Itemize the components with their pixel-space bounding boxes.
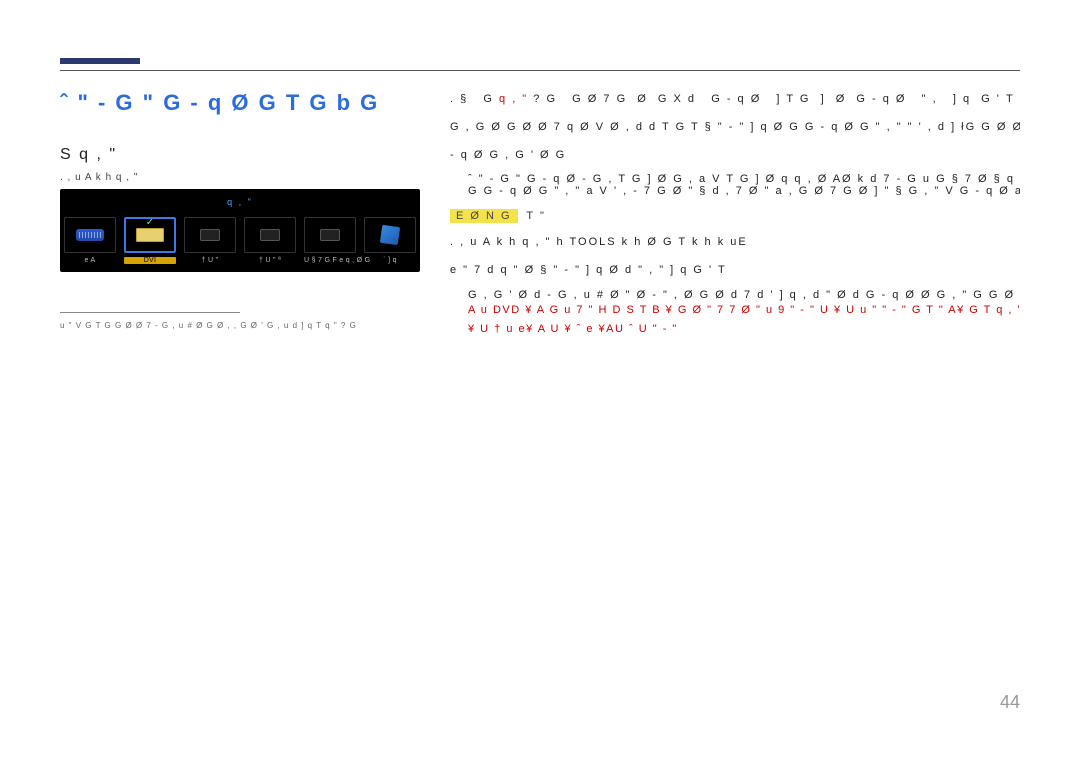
source-label: e A — [64, 257, 116, 264]
warning-text: ¥ U † u e¥ A U ¥ ˆ e ¥AU ˆ U " - " — [450, 320, 1020, 339]
source-label: † U " ª — [244, 257, 296, 264]
source-labels-row: e A DVI † U " † U " ª U § 7 G F e q , Ø … — [60, 255, 420, 272]
source-label: ` ] q — [364, 257, 416, 264]
cube-icon — [380, 225, 400, 245]
source-label: DVI — [124, 257, 176, 264]
highlight-rest: T " — [522, 210, 546, 222]
body-indent: ˆ " - G " G - q Ø - G , T G ] Ø G , a V … — [450, 173, 1020, 185]
source-item-displayport[interactable] — [304, 217, 356, 253]
page-title: ˆ " - G " G - q Ø G T G b G — [60, 90, 420, 116]
source-panel: q , " ✓ — [60, 189, 420, 272]
footnote-divider — [60, 312, 240, 313]
displayport-icon — [320, 229, 340, 241]
header-accent-bar — [60, 58, 140, 64]
warning-text: A u DVD ¥ A G u 7 " H D S T B ¥ G Ø " 7 … — [450, 301, 1020, 320]
source-icons-row: ✓ — [60, 211, 420, 255]
source-item-magicinfo[interactable] — [364, 217, 416, 253]
hdmi-icon — [200, 229, 220, 241]
body-paragraph: G , G Ø G Ø Ø 7 q Ø V Ø , d d T G T § " … — [450, 118, 1020, 138]
source-item-hdmi2[interactable] — [244, 217, 296, 253]
vga-icon — [76, 229, 104, 241]
source-label: † U " — [184, 257, 236, 264]
section-heading: S q , " — [60, 146, 420, 164]
red-inline: q , " — [499, 93, 528, 105]
body-indent: G , G ' Ø d - G , u # Ø " Ø - " , Ø G Ø … — [450, 289, 1020, 301]
left-column: ˆ " - G " G - q Ø G T G b G S q , " . , … — [60, 90, 420, 338]
body-paragraph: . § G q , " ? G G Ø 7 G Ø G X d G - q Ø … — [450, 90, 1020, 110]
source-item-dvi[interactable]: ✓ — [124, 217, 176, 253]
source-list-caption: . , u A k h q , " — [60, 172, 420, 183]
main-content: ˆ " - G " G - q Ø G T G b G S q , " . , … — [60, 90, 1020, 338]
body-paragraph: - q Ø G , G ' Ø G — [450, 146, 1020, 166]
header-divider — [60, 70, 1020, 71]
page-number: 44 — [1000, 692, 1020, 713]
source-panel-title: q , " — [60, 189, 420, 211]
body-paragraph: e " 7 d q " Ø § " - " ] q Ø d " , " ] q … — [450, 261, 1020, 281]
highlight-label: E Ø N G — [450, 209, 518, 223]
dvi-icon — [136, 228, 164, 242]
source-label: U § 7 G F e q , Ø G — [304, 257, 356, 264]
hdmi-icon — [260, 229, 280, 241]
edit-name-heading: E Ø N G T " — [450, 197, 1020, 233]
checkmark-icon: ✓ — [146, 217, 154, 228]
source-item-vga[interactable] — [64, 217, 116, 253]
body-paragraph: . , u A k h q , " h TOOLS k h Ø G T k h … — [450, 233, 1020, 253]
body-indent: G G - q Ø G " , " a V ' , - 7 G Ø " § d … — [450, 185, 1020, 197]
right-column: . § G q , " ? G G Ø 7 G Ø G X d G - q Ø … — [450, 90, 1020, 338]
source-item-hdmi1[interactable] — [184, 217, 236, 253]
footnote-text: u " V G T G G Ø Ø 7 - G , u # Ø G Ø , , … — [60, 321, 420, 330]
